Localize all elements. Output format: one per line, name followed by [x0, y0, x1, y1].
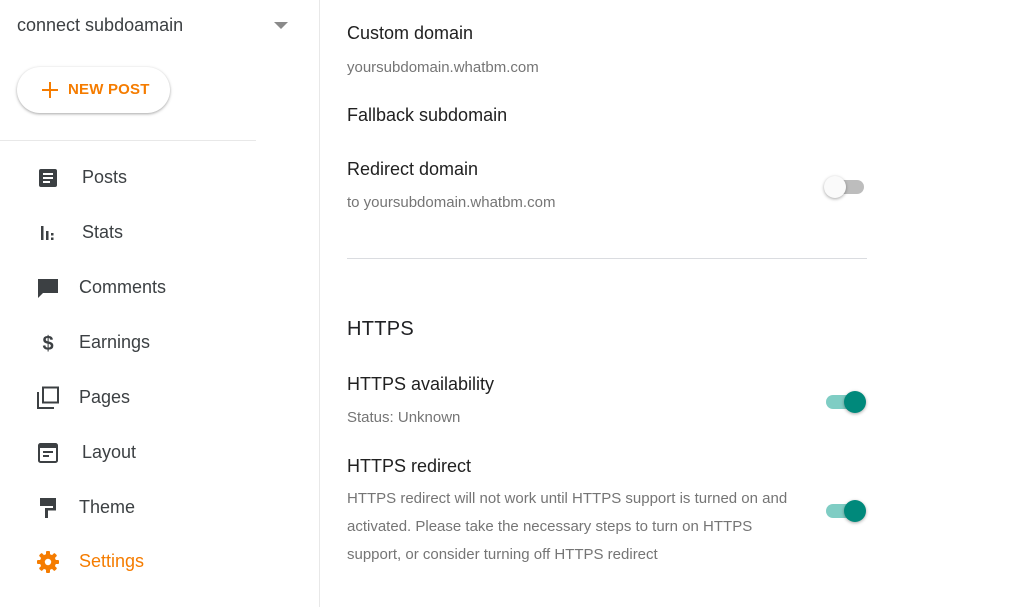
blog-selector[interactable]: connect subdoamain: [17, 12, 292, 40]
sidebar-item-label: Earnings: [79, 332, 151, 352]
section-divider: [347, 258, 867, 259]
sidebar-item-pages[interactable]: Pages: [0, 376, 300, 420]
sidebar-item-comments[interactable]: Comments: [0, 266, 300, 310]
sidebar-item-settings[interactable]: Settings: [0, 540, 300, 584]
settings-panel: Custom domain yoursubdomain.whatbm.com F…: [321, 0, 1024, 607]
sidebar-item-label: Stats: [82, 222, 124, 242]
redirect-domain-toggle[interactable]: [824, 175, 866, 199]
new-post-label: NEW POST: [68, 81, 150, 98]
posts-icon: [39, 169, 57, 187]
toggle-thumb: [844, 500, 866, 522]
sidebar-item-stats[interactable]: Stats: [0, 211, 300, 255]
layout-icon: [38, 443, 58, 463]
https-availability-status: Status: Unknown: [347, 409, 461, 426]
sidebar-item-label: Settings: [79, 551, 145, 571]
sidebar-item-earnings[interactable]: $ Earnings: [0, 321, 300, 365]
https-redirect-title: HTTPS redirect: [347, 456, 472, 476]
https-section-title: HTTPS: [347, 318, 415, 340]
sidebar-item-theme[interactable]: Theme: [0, 486, 300, 530]
sidebar-divider: [0, 140, 256, 141]
sidebar-item-label: Pages: [79, 387, 131, 407]
comments-icon: [38, 279, 58, 298]
dropdown-arrow-icon: [274, 22, 288, 29]
https-redirect-description: HTTPS redirect will not work until HTTPS…: [347, 490, 788, 563]
svg-text:$: $: [42, 333, 53, 355]
theme-icon: [40, 498, 56, 518]
https-availability-toggle[interactable]: [824, 390, 866, 414]
redirect-domain-subtitle: to yoursubdomain.whatbm.com: [347, 194, 556, 211]
redirect-domain-title: Redirect domain: [347, 159, 479, 179]
stats-icon: [41, 226, 54, 240]
toggle-thumb: [844, 391, 866, 413]
custom-domain-value[interactable]: yoursubdomain.whatbm.com: [347, 59, 539, 76]
https-redirect-toggle[interactable]: [824, 499, 866, 523]
pages-icon: [37, 386, 59, 409]
sidebar: connect subdoamain NEW POST Posts Stats: [0, 0, 320, 607]
sidebar-item-label: Layout: [82, 442, 137, 462]
sidebar-item-layout[interactable]: Layout: [0, 431, 300, 475]
toggle-thumb: [824, 176, 846, 198]
sidebar-item-label: Comments: [79, 277, 167, 297]
sidebar-item-posts[interactable]: Posts: [0, 156, 300, 200]
custom-domain-title: Custom domain: [347, 23, 474, 43]
sidebar-item-label: Posts: [82, 167, 128, 187]
https-availability-title: HTTPS availability: [347, 374, 495, 394]
new-post-button[interactable]: NEW POST: [17, 67, 170, 113]
plus-icon: [42, 82, 58, 98]
fallback-subdomain-title[interactable]: Fallback subdomain: [347, 105, 507, 126]
blog-name: connect subdoamain: [17, 15, 184, 35]
sidebar-item-label: Theme: [79, 497, 136, 517]
earnings-icon: $: [42, 333, 53, 355]
settings-icon: [37, 551, 59, 573]
